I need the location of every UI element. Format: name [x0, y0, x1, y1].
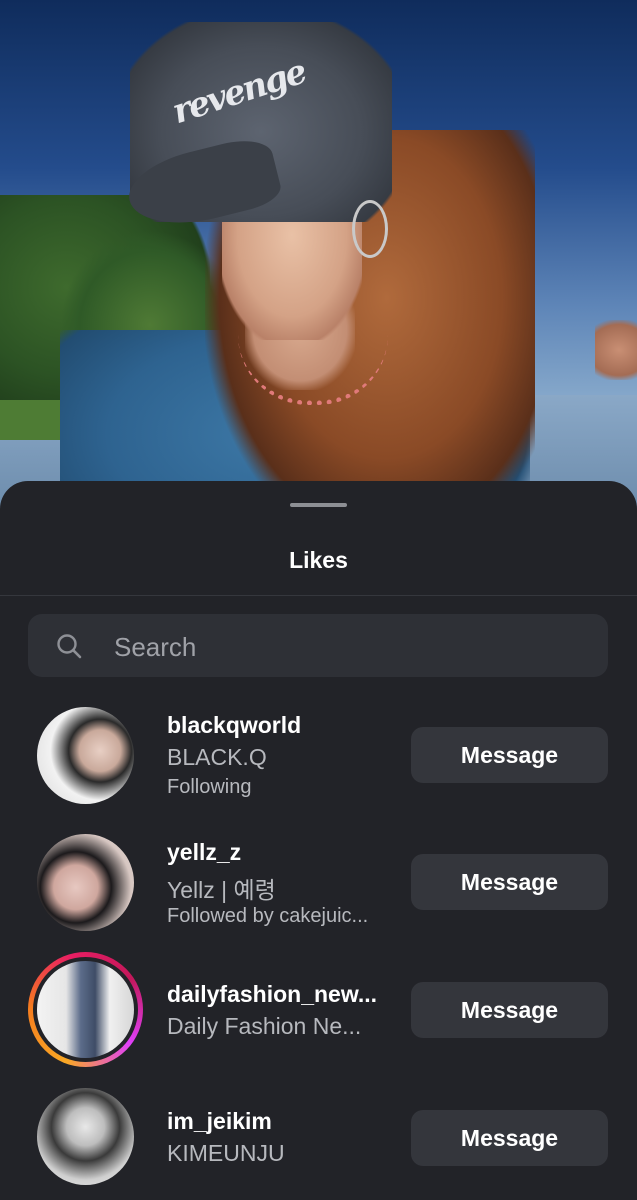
username[interactable]: blackqworld — [167, 712, 301, 739]
message-button[interactable]: Message — [411, 982, 608, 1038]
list-item[interactable]: im_jeikim KIMEUNJU Message — [0, 1082, 637, 1192]
full-name: KIMEUNJU — [167, 1140, 285, 1166]
list-item[interactable]: yellz_z Yellz | 예령 Followed by cakejuic.… — [0, 828, 637, 938]
avatar — [37, 961, 134, 1058]
header-divider — [0, 595, 637, 596]
message-button[interactable]: Message — [411, 727, 608, 783]
likes-sheet: Likes Search blackqworld BLACK.Q Followi… — [0, 481, 637, 1200]
sheet-drag-handle[interactable] — [290, 503, 347, 507]
photo-earring — [352, 200, 388, 258]
list-item[interactable]: blackqworld BLACK.Q Following Message — [0, 701, 637, 811]
list-item[interactable]: dailyfashion_new... Daily Fashion Ne... … — [0, 952, 637, 1067]
username[interactable]: im_jeikim — [167, 1108, 272, 1135]
search-placeholder: Search — [114, 632, 197, 662]
full-name: BLACK.Q — [167, 744, 267, 770]
avatar[interactable] — [37, 707, 134, 804]
avatar[interactable] — [37, 834, 134, 931]
message-button[interactable]: Message — [411, 854, 608, 910]
sheet-title: Likes — [289, 547, 348, 573]
follow-status: Following — [167, 776, 252, 798]
full-name: Yellz | 예령 — [167, 877, 276, 903]
username[interactable]: dailyfashion_new... — [167, 981, 377, 1008]
search-input[interactable]: Search — [28, 614, 608, 677]
message-button[interactable]: Message — [411, 1110, 608, 1166]
follow-status: Followed by cakejuic... — [167, 905, 369, 927]
avatar[interactable] — [37, 1088, 134, 1185]
username[interactable]: yellz_z — [167, 839, 241, 866]
full-name: Daily Fashion Ne... — [167, 1013, 362, 1039]
avatar-story-ring[interactable] — [28, 952, 143, 1067]
search-icon — [57, 634, 82, 659]
post-photo: revenge — [0, 0, 637, 560]
photo-hand — [595, 320, 637, 380]
